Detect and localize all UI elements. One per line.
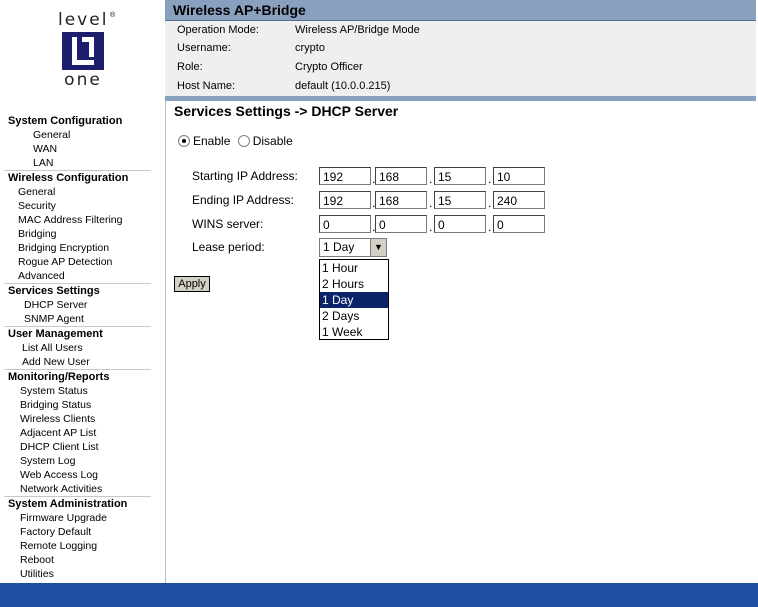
lease-option-1-week[interactable]: 1 Week — [320, 324, 388, 340]
ip-dot: . — [429, 196, 433, 210]
sidebar-item-mac-address-filtering[interactable]: MAC Address Filtering — [0, 213, 151, 227]
info-value: default (10.0.0.215) — [295, 80, 391, 92]
lease-period-dropdown-list: 1 Hour 2 Hours 1 Day 2 Days 1 Week — [319, 259, 389, 340]
lease-period-label: Lease period: — [192, 240, 265, 254]
lease-option-1-hour[interactable]: 1 Hour — [320, 260, 388, 276]
info-label: Operation Mode: — [177, 24, 259, 36]
sidebar-item-rogue-ap-detection[interactable]: Rogue AP Detection — [0, 255, 151, 269]
sidebar-item-utilities[interactable]: Utilities — [0, 567, 151, 581]
sidebar-item-dhcp-server[interactable]: DHCP Server — [0, 298, 151, 312]
info-label: Host Name: — [177, 80, 236, 92]
nav-section-monitoring-reports: Monitoring/Reports — [8, 371, 110, 383]
logo-word-level: level — [58, 10, 109, 30]
starting-ip-octet-3[interactable]: 15 — [434, 167, 486, 185]
app-title: Wireless AP+Bridge — [173, 2, 306, 18]
sidebar: level ® one System Configuration General… — [0, 0, 166, 583]
info-value: Wireless AP/Bridge Mode — [295, 24, 420, 36]
logo-mark-icon — [62, 32, 104, 70]
sidebar-item-add-new-user[interactable]: Add New User — [0, 355, 151, 369]
wins-octet-3[interactable]: 0 — [434, 215, 486, 233]
sidebar-item-adjacent-ap-list[interactable]: Adjacent AP List — [0, 426, 151, 440]
sidebar-item-firmware-upgrade[interactable]: Firmware Upgrade — [0, 511, 151, 525]
dhcp-mode-radio-group: Enable Disable — [178, 133, 297, 149]
ip-dot: . — [429, 220, 433, 234]
sidebar-item-system-log[interactable]: System Log — [0, 454, 151, 468]
device-info-panel: Operation Mode: Wireless AP/Bridge Mode … — [165, 21, 756, 96]
nav-section-services-settings: Services Settings — [8, 285, 100, 297]
sidebar-item-security[interactable]: Security — [0, 199, 151, 213]
lease-option-2-days[interactable]: 2 Days — [320, 308, 388, 324]
lease-selected-value: 1 Day — [323, 240, 355, 254]
sidebar-item-bridging-status[interactable]: Bridging Status — [0, 398, 151, 412]
sidebar-item-dhcp-client-list[interactable]: DHCP Client List — [0, 440, 151, 454]
ending-ip-label: Ending IP Address: — [192, 193, 294, 207]
lease-option-2-hours[interactable]: 2 Hours — [320, 276, 388, 292]
sidebar-item-wireless-clients[interactable]: Wireless Clients — [0, 412, 151, 426]
ending-ip-octet-4[interactable]: 240 — [493, 191, 545, 209]
info-value: Crypto Officer — [295, 61, 363, 73]
sidebar-item-network-activities[interactable]: Network Activities — [0, 482, 151, 496]
nav-section-system-configuration: System Configuration — [8, 115, 123, 127]
enable-label: Enable — [193, 133, 231, 148]
info-label: Role: — [177, 61, 203, 73]
enable-radio[interactable] — [178, 134, 190, 147]
sidebar-item-wan[interactable]: WAN — [0, 142, 151, 156]
ending-ip-octet-1[interactable]: 192 — [319, 191, 371, 209]
sidebar-item-snmp-agent[interactable]: SNMP Agent — [0, 312, 151, 326]
ending-ip-octet-3[interactable]: 15 — [434, 191, 486, 209]
starting-ip-octet-2[interactable]: 168 — [375, 167, 427, 185]
wins-octet-4[interactable]: 0 — [493, 215, 545, 233]
info-value: crypto — [295, 42, 325, 54]
starting-ip-octet-1[interactable]: 192 — [319, 167, 371, 185]
ip-dot: . — [488, 172, 492, 186]
header-divider — [165, 96, 756, 101]
lease-period-select[interactable]: 1 Day ▼ — [319, 238, 387, 257]
wins-server-label: WINS server: — [192, 217, 264, 231]
sidebar-item-remote-logging[interactable]: Remote Logging — [0, 539, 151, 553]
sidebar-item-advanced[interactable]: Advanced — [0, 269, 151, 283]
sidebar-item-system-status[interactable]: System Status — [0, 384, 151, 398]
sidebar-item-factory-default[interactable]: Factory Default — [0, 525, 151, 539]
sidebar-item-bridging[interactable]: Bridging — [0, 227, 151, 241]
nav-section-user-management: User Management — [8, 328, 103, 340]
sidebar-nav: System Configuration General WAN LAN Wir… — [0, 114, 151, 581]
ip-dot: . — [488, 196, 492, 210]
logo-word-one: one — [64, 70, 102, 90]
ip-dot: . — [429, 172, 433, 186]
wins-octet-2[interactable]: 0 — [375, 215, 427, 233]
sidebar-item-reboot[interactable]: Reboot — [0, 553, 151, 567]
title-bar: Wireless AP+Bridge — [165, 0, 756, 21]
sidebar-item-wireless-general[interactable]: General — [0, 185, 151, 199]
sidebar-item-general[interactable]: General — [0, 128, 151, 142]
chevron-down-icon[interactable]: ▼ — [370, 239, 386, 256]
sidebar-item-list-all-users[interactable]: List All Users — [0, 341, 151, 355]
starting-ip-octet-4[interactable]: 10 — [493, 167, 545, 185]
wins-octet-1[interactable]: 0 — [319, 215, 371, 233]
ip-dot: . — [488, 220, 492, 234]
nav-section-system-administration: System Administration — [8, 498, 128, 510]
sidebar-item-bridging-encryption[interactable]: Bridging Encryption — [0, 241, 151, 255]
disable-label: Disable — [252, 133, 293, 148]
sidebar-item-web-access-log[interactable]: Web Access Log — [0, 468, 151, 482]
lease-option-1-day[interactable]: 1 Day — [320, 292, 388, 308]
apply-button[interactable]: Apply — [174, 276, 210, 292]
disable-radio[interactable] — [237, 134, 250, 147]
logo-reg-mark: ® — [110, 12, 116, 19]
page-title: Services Settings -> DHCP Server — [174, 103, 399, 119]
starting-ip-label: Starting IP Address: — [192, 169, 298, 183]
levelone-logo: level ® one — [58, 10, 118, 92]
sidebar-item-lan[interactable]: LAN — [0, 156, 151, 170]
ending-ip-octet-2[interactable]: 168 — [375, 191, 427, 209]
nav-section-wireless-configuration: Wireless Configuration — [8, 172, 129, 184]
info-label: Username: — [177, 42, 231, 54]
footer-bar — [0, 583, 758, 607]
